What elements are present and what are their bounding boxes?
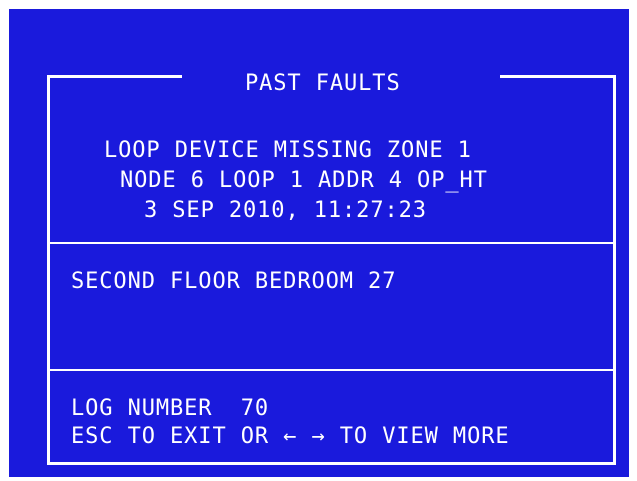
fault-timestamp: 3 SEP 2010, 11:27:23 (144, 198, 427, 223)
frame-right-border (613, 75, 616, 465)
frame-left-border (47, 75, 50, 465)
fault-device-address: NODE 6 LOOP 1 ADDR 4 OP_HT (120, 168, 488, 193)
frame-bottom-border (47, 462, 616, 465)
log-number-text: LOG NUMBER 70 (71, 396, 270, 421)
section-divider (50, 242, 613, 244)
frame-top-right-border (500, 75, 616, 78)
fault-description: LOOP DEVICE MISSING ZONE 1 (104, 138, 472, 163)
page-title: PAST FAULTS (245, 71, 401, 96)
device-location-text: SECOND FLOOR BEDROOM 27 (71, 269, 397, 294)
fault-display-screen: PAST FAULTS LOOP DEVICE MISSING ZONE 1 N… (9, 9, 629, 477)
section-divider (50, 369, 613, 371)
frame-top-left-border (47, 75, 182, 78)
navigation-help-text: ESC TO EXIT OR ← → TO VIEW MORE (71, 424, 510, 449)
